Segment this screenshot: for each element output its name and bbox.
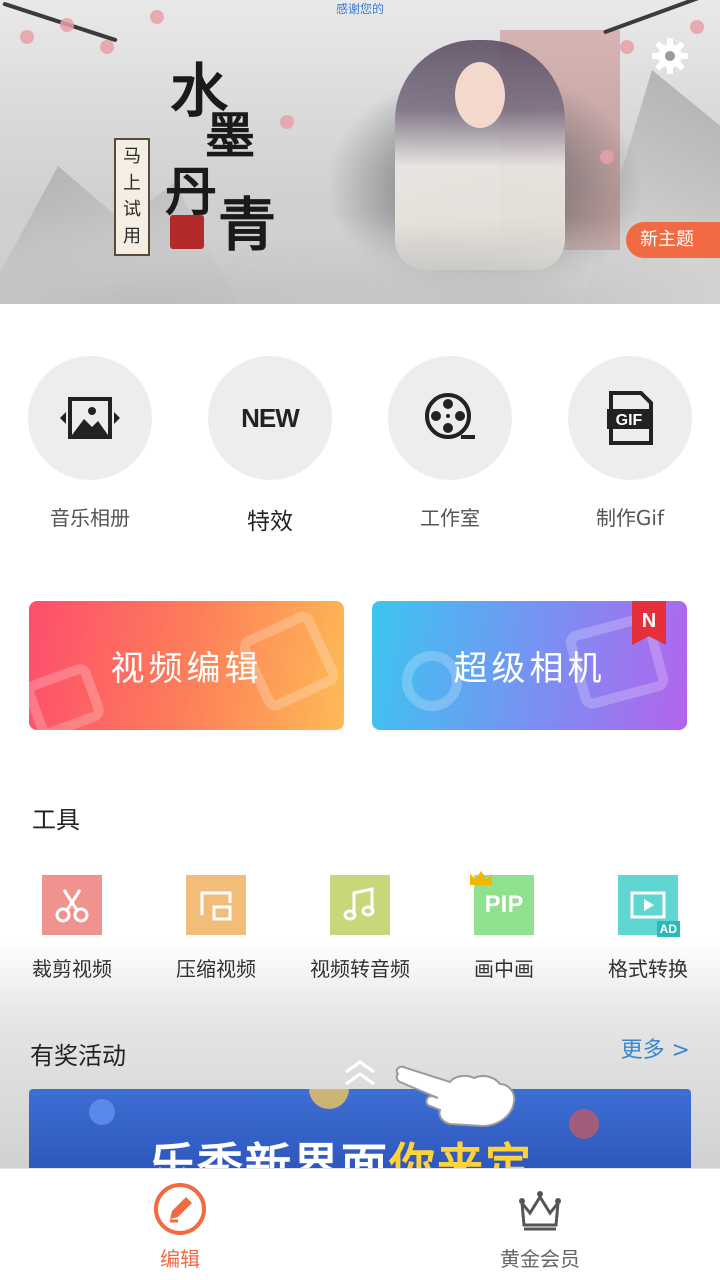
tool-format-convert[interactable]: AD 格式转换	[576, 875, 720, 982]
tool-icon-tile[interactable]	[330, 875, 390, 935]
promo-text-highlight: 你来定	[389, 1138, 533, 1169]
new-theme-badge[interactable]: 新主题	[626, 222, 720, 258]
blossom-decoration	[620, 40, 634, 54]
seal-char: 用	[123, 225, 141, 247]
tool-compress-video[interactable]: 压缩视频	[144, 875, 288, 982]
video-edit-button[interactable]: 视频编辑	[29, 601, 344, 730]
svg-text:GIF: GIF	[616, 412, 643, 429]
edit-pencil-icon	[154, 1183, 206, 1235]
more-link[interactable]: 更多 >	[621, 1032, 690, 1064]
scissors-icon	[55, 889, 89, 923]
swipe-hand-icon	[395, 1065, 516, 1128]
super-camera-label: 超级相机	[453, 649, 606, 689]
tool-icon-tile[interactable]: PIP	[470, 871, 534, 935]
gif-icon: GIF	[607, 391, 653, 445]
music-note-icon	[343, 887, 375, 921]
mist-decoration	[0, 194, 720, 304]
feature-make-gif[interactable]: GIF 制作Gif	[568, 356, 692, 531]
tool-label: 视频转音频	[310, 957, 410, 981]
new-icon: NEW	[241, 402, 300, 433]
tool-video-to-audio[interactable]: 视频转音频	[288, 875, 432, 982]
promo-text-plain: 乐秀新界面	[149, 1138, 389, 1169]
double-chevron-up-icon	[345, 1060, 375, 1086]
seal-char: 马	[123, 146, 141, 168]
settings-gear-icon[interactable]	[650, 36, 690, 76]
banner-title-char: 青	[218, 191, 277, 259]
banner-title-char: 丹	[165, 162, 218, 223]
nav-gold-member[interactable]: 黄金会员	[360, 1169, 720, 1280]
tools-row: 裁剪视频 压缩视频 视频转音频 PIP 画中画 AD 格式转换	[0, 871, 720, 985]
crown-badge-icon	[470, 871, 492, 885]
feature-circle[interactable]	[28, 356, 152, 480]
feature-studio[interactable]: 工作室	[388, 356, 512, 531]
theme-banner[interactable]: 水 墨 丹 青 马 上 试 用 感谢您的 新主题	[0, 0, 720, 304]
feature-circle[interactable]: NEW	[208, 356, 332, 480]
feature-label: 特效	[247, 509, 293, 535]
tool-label: 压缩视频	[176, 957, 256, 981]
nav-label: 编辑	[160, 1247, 200, 1271]
tool-trim-video[interactable]: 裁剪视频	[0, 875, 144, 982]
feature-music-album[interactable]: 音乐相册	[28, 356, 152, 531]
try-now-label[interactable]: 马 上 试 用	[114, 138, 150, 256]
decor-dot	[309, 1089, 349, 1109]
feature-row: 音乐相册 NEW 特效 工作室 GIF 制作Gif	[0, 356, 720, 536]
bottom-nav: 编辑 黄金会员	[0, 1168, 720, 1280]
promo-banner[interactable]: 乐秀新界面你来定	[29, 1089, 691, 1169]
seal-char: 上	[123, 172, 141, 194]
image-slider-icon	[60, 397, 120, 439]
blossom-decoration	[20, 30, 34, 44]
feature-effects[interactable]: NEW 特效	[208, 356, 332, 536]
compress-icon	[200, 891, 232, 921]
decor-dot	[569, 1109, 599, 1139]
feature-label: 音乐相册	[50, 506, 130, 530]
video-edit-label: 视频编辑	[110, 649, 263, 689]
nav-edit[interactable]: 编辑	[0, 1169, 360, 1280]
pip-icon: PIP	[484, 891, 524, 918]
blossom-decoration	[280, 115, 294, 129]
promo-text: 乐秀新界面你来定	[149, 1129, 533, 1169]
tool-icon-tile[interactable]	[42, 875, 102, 935]
nav-label: 黄金会员	[500, 1247, 580, 1271]
blossom-decoration	[60, 18, 74, 32]
feature-label: 工作室	[420, 506, 480, 530]
blossom-decoration	[600, 150, 614, 164]
crown-icon	[519, 1191, 561, 1231]
blossom-decoration	[100, 40, 114, 54]
tool-picture-in-picture[interactable]: PIP 画中画	[432, 871, 576, 982]
blossom-decoration	[690, 20, 704, 34]
film-reel-icon	[425, 393, 475, 439]
feature-label: 制作Gif	[595, 506, 665, 530]
super-camera-button[interactable]: 超级相机 N	[372, 601, 687, 730]
tool-icon-tile[interactable]: AD	[618, 875, 680, 937]
tool-label: 画中画	[474, 957, 534, 981]
activities-section-title: 有奖活动	[30, 1042, 126, 1070]
camera-watermark-icon	[29, 660, 108, 730]
decor-dot	[89, 1099, 115, 1125]
format-convert-icon	[630, 891, 666, 919]
tool-label: 裁剪视频	[32, 957, 112, 981]
tools-section-title: 工具	[32, 806, 80, 834]
seal-char: 试	[123, 199, 141, 221]
banner-figure-face	[455, 62, 505, 128]
red-seal-stamp	[170, 215, 204, 249]
tool-label: 格式转换	[608, 957, 688, 981]
tool-icon-tile[interactable]	[186, 875, 246, 935]
top-link-text[interactable]: 感谢您的	[0, 0, 720, 17]
feature-circle[interactable]	[388, 356, 512, 480]
feature-circle[interactable]: GIF	[568, 356, 692, 480]
ad-badge: AD	[656, 921, 680, 937]
